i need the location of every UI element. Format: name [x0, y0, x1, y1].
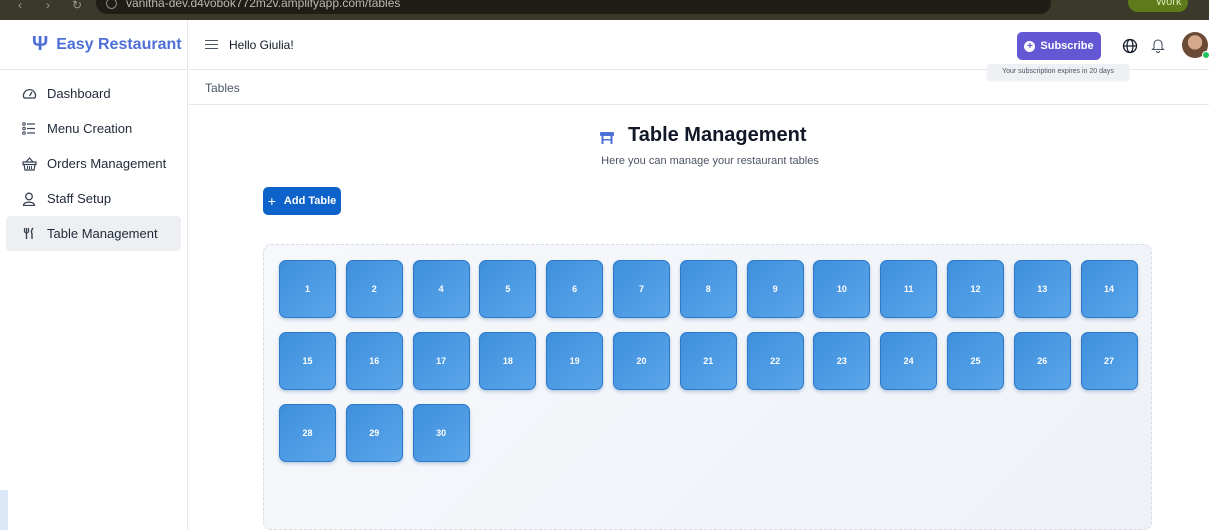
- table-tile[interactable]: 6: [546, 260, 604, 318]
- table-tile[interactable]: 5: [479, 260, 537, 318]
- address-bar[interactable]: vanitha-dev.d4vobok772m2v.amplifyapp.com…: [96, 0, 1051, 14]
- table-tile[interactable]: 28: [279, 404, 336, 462]
- sidebar-item-label: Dashboard: [47, 86, 111, 101]
- table-tile[interactable]: 12: [946, 260, 1004, 318]
- utensils-icon: [21, 226, 37, 242]
- page-subtitle: Here you can manage your restaurant tabl…: [601, 155, 819, 167]
- table-tile[interactable]: 13: [1013, 260, 1071, 318]
- table-tile[interactable]: 19: [546, 332, 604, 390]
- profile-button[interactable]: Work: [1128, 0, 1188, 12]
- sidebar: Ψ Easy Restaurant Dashboard Menu Creatio…: [0, 20, 188, 530]
- table-tile[interactable]: 15: [279, 332, 336, 390]
- sidebar-item-label: Menu Creation: [47, 121, 133, 136]
- plus-circle-icon: +: [1024, 40, 1036, 52]
- greeting: Hello Giulia!: [229, 37, 294, 52]
- utensils-logo-icon: Ψ: [32, 33, 49, 55]
- tables-grid: 1 2 4 5 6 7 8 9 10 11 12 13 14 15 16 17 18 19 20 21 22 23 24 25…: [279, 260, 1149, 462]
- url-text: vanitha-dev.d4vobok772m2v.amplifyapp.com…: [126, 0, 401, 10]
- top-header: Hello Giulia! + Subscribe Your subscript…: [189, 20, 1209, 80]
- sidebar-item-orders-management[interactable]: Orders Management: [6, 146, 181, 181]
- table-tile[interactable]: 20: [612, 332, 670, 390]
- subscribe-label: Subscribe: [1040, 40, 1094, 52]
- table-tile[interactable]: 25: [946, 332, 1004, 390]
- browser-chrome: ‹ › ↻ vanitha-dev.d4vobok772m2v.amplifya…: [0, 0, 1209, 20]
- table-tile[interactable]: 21: [679, 332, 737, 390]
- sidebar-accent: [0, 490, 8, 530]
- brand-name: Easy Restaurant: [56, 35, 182, 53]
- online-status-dot: [1202, 51, 1209, 59]
- gauge-icon: [21, 86, 37, 102]
- breadcrumb: Tables: [189, 71, 1209, 105]
- table-tile[interactable]: 17: [412, 332, 470, 390]
- hamburger-menu-icon[interactable]: [205, 39, 219, 50]
- sidebar-item-staff-setup[interactable]: Staff Setup: [6, 181, 181, 216]
- add-table-label: Add Table: [283, 195, 337, 207]
- table-icon: [600, 131, 614, 144]
- basket-icon: [21, 156, 37, 172]
- avatar[interactable]: [1182, 32, 1209, 59]
- table-tile[interactable]: 1: [279, 260, 336, 318]
- table-tile[interactable]: 18: [479, 332, 537, 390]
- table-tile[interactable]: 8: [679, 260, 737, 318]
- table-tile[interactable]: 14: [1080, 260, 1138, 318]
- sidebar-item-table-management[interactable]: Table Management: [6, 216, 181, 251]
- table-tile[interactable]: 2: [345, 260, 403, 318]
- sidebar-item-label: Orders Management: [47, 156, 167, 171]
- table-tile[interactable]: 26: [1013, 332, 1071, 390]
- forward-icon[interactable]: ›: [46, 0, 50, 12]
- table-tile[interactable]: 16: [345, 332, 403, 390]
- table-tile[interactable]: 11: [880, 260, 938, 318]
- table-tile[interactable]: 7: [612, 260, 670, 318]
- table-tile[interactable]: 4: [412, 260, 470, 318]
- table-tile[interactable]: 9: [746, 260, 804, 318]
- subscribe-button[interactable]: + Subscribe: [1017, 32, 1101, 60]
- page-title: Table Management: [628, 123, 807, 146]
- table-tile[interactable]: 29: [345, 404, 403, 462]
- table-tile[interactable]: 24: [880, 332, 938, 390]
- back-icon[interactable]: ‹: [18, 0, 22, 12]
- tables-panel: 1 2 4 5 6 7 8 9 10 11 12 13 14 15 16 17 18 19 20 21 22 23 24 25…: [263, 244, 1152, 530]
- sidebar-menu: Dashboard Menu Creation Orders Managemen…: [0, 70, 187, 251]
- globe-icon[interactable]: [1122, 38, 1138, 54]
- table-tile[interactable]: 10: [813, 260, 871, 318]
- sidebar-item-dashboard[interactable]: Dashboard: [6, 76, 181, 111]
- page-title-row: Table Management: [600, 122, 807, 148]
- list-icon: [21, 121, 37, 137]
- profile-label: Work: [1156, 0, 1182, 8]
- site-info-icon[interactable]: [106, 0, 117, 9]
- add-table-button[interactable]: + Add Table: [263, 187, 341, 215]
- sidebar-item-menu-creation[interactable]: Menu Creation: [6, 111, 181, 146]
- bell-icon[interactable]: [1151, 37, 1165, 53]
- table-tile[interactable]: 30: [412, 404, 470, 462]
- plus-icon: +: [267, 193, 276, 209]
- brand[interactable]: Ψ Easy Restaurant: [0, 20, 187, 70]
- sidebar-item-label: Staff Setup: [47, 191, 112, 206]
- user-icon: [21, 191, 37, 207]
- table-tile[interactable]: 23: [813, 332, 871, 390]
- table-tile[interactable]: 22: [746, 332, 804, 390]
- table-tile[interactable]: 27: [1080, 332, 1138, 390]
- sidebar-item-label: Table Management: [47, 226, 158, 241]
- reload-icon[interactable]: ↻: [72, 0, 82, 12]
